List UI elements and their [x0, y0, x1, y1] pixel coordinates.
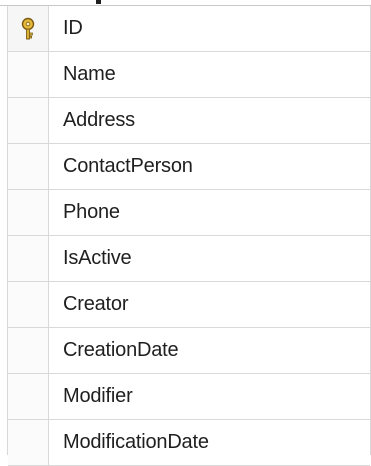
- column-name[interactable]: ModificationDate: [49, 420, 370, 465]
- column-name[interactable]: IsActive: [49, 236, 370, 281]
- column-name[interactable]: Creator: [49, 282, 370, 327]
- row-selector[interactable]: [8, 236, 49, 281]
- column-row-id[interactable]: ID: [8, 6, 370, 52]
- column-row-creator[interactable]: Creator: [8, 282, 370, 328]
- column-row-contactperson[interactable]: ContactPerson: [8, 144, 370, 190]
- row-selector[interactable]: [8, 190, 49, 235]
- column-row-phone[interactable]: Phone: [8, 190, 370, 236]
- column-name[interactable]: Phone: [49, 190, 370, 235]
- column-name[interactable]: ContactPerson: [49, 144, 370, 189]
- column-row-name[interactable]: Name: [8, 52, 370, 98]
- column-row-address[interactable]: Address: [8, 98, 370, 144]
- column-name[interactable]: ID: [49, 6, 370, 51]
- row-selector[interactable]: [8, 420, 49, 465]
- column-name[interactable]: Name: [49, 52, 370, 97]
- table-designer-panel: ID Name Address ContactPerson Phone IsAc…: [0, 0, 371, 466]
- column-row-modifier[interactable]: Modifier: [8, 374, 370, 420]
- row-selector[interactable]: [8, 328, 49, 373]
- row-selector[interactable]: [8, 52, 49, 97]
- row-selector[interactable]: [8, 6, 49, 51]
- row-selector[interactable]: [8, 374, 49, 419]
- column-row-modificationdate[interactable]: ModificationDate: [8, 420, 370, 466]
- row-selector[interactable]: [8, 98, 49, 143]
- column-name[interactable]: Address: [49, 98, 370, 143]
- row-selector[interactable]: [8, 282, 49, 327]
- column-name[interactable]: CreationDate: [49, 328, 370, 373]
- row-selector[interactable]: [8, 144, 49, 189]
- column-row-creationdate[interactable]: CreationDate: [8, 328, 370, 374]
- column-name[interactable]: Modifier: [49, 374, 370, 419]
- panel-top-marker: [96, 0, 101, 4]
- column-list: ID Name Address ContactPerson Phone IsAc…: [8, 6, 370, 466]
- column-row-isactive[interactable]: IsActive: [8, 236, 370, 282]
- key-icon: [21, 17, 35, 39]
